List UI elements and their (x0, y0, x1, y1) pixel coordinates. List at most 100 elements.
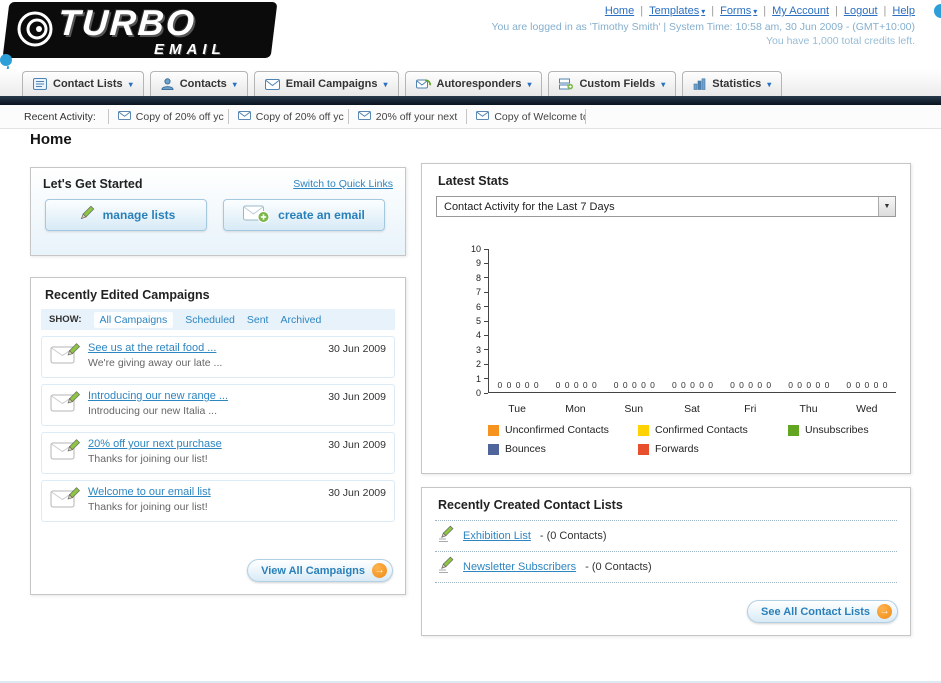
top-nav-templates[interactable]: Templates ▾ (649, 5, 705, 17)
filter-tab-scheduled[interactable]: Scheduled (185, 314, 235, 326)
contact-list-link[interactable]: Newsletter Subscribers (463, 561, 576, 573)
pencil-icon (438, 556, 454, 579)
campaign-row[interactable]: See us at the retail food ... We're givi… (41, 336, 395, 378)
email-icon (237, 110, 251, 123)
top-nav-logout[interactable]: Logout (844, 5, 878, 17)
recent-activity-item[interactable]: 20% off your next (347, 109, 467, 124)
logo-email-text: EMAIL (154, 41, 226, 58)
recent-activity-bar: Recent Activity: Copy of 20% off yc Copy… (0, 105, 941, 129)
email-icon (357, 110, 371, 123)
recently-created-contact-lists-panel: Recently Created Contact Lists Exhibitio… (421, 487, 911, 636)
recent-activity-item[interactable]: Copy of Welcome tc (466, 109, 587, 124)
filter-tab-all-campaigns[interactable]: All Campaigns (93, 311, 174, 328)
main-nav: Contact Lists ▾ Contacts ▾ Email Campaig… (0, 69, 941, 96)
chevron-down-icon: ▾ (767, 79, 772, 89)
tab-label: Autoresponders (436, 78, 522, 90)
create-an-email-label: create an email (278, 208, 365, 222)
campaign-row[interactable]: 20% off your next purchase Thanks for jo… (41, 432, 395, 474)
top-nav-forms[interactable]: Forms ▾ (720, 5, 757, 17)
filter-tab-sent[interactable]: Sent (247, 314, 269, 326)
header: TURBO EMAIL Home | Templates ▾ | Forms ▾ |… (0, 0, 941, 106)
chart-plot-area: 0 0 0 0 00 0 0 0 00 0 0 0 00 0 0 0 00 0 … (488, 249, 896, 393)
recently-edited-campaigns-panel: Recently Edited Campaigns SHOW: All Camp… (30, 277, 406, 595)
page: TURBO EMAIL Home | Templates ▾ | Forms ▾ |… (0, 0, 941, 683)
campaign-date: 30 Jun 2009 (328, 343, 386, 355)
contact-lists-icon (33, 78, 47, 90)
tab-contacts[interactable]: Contacts ▾ (149, 71, 248, 96)
nav-divider-bar (0, 96, 941, 105)
recent-activity-item[interactable]: Copy of 20% off yc (227, 109, 348, 124)
separator: | (763, 5, 767, 17)
campaign-row[interactable]: Introducing our new range ... Introducin… (41, 384, 395, 426)
pencil-icon (438, 525, 454, 548)
contact-list-count: - (0 Contacts) (539, 530, 607, 542)
email-icon (476, 110, 490, 123)
legend-swatch (488, 424, 499, 436)
tab-email-campaigns[interactable]: Email Campaigns ▾ (253, 71, 399, 96)
get-started-title: Let's Get Started (43, 177, 143, 191)
top-nav-templates-label: Templates (649, 5, 700, 17)
latest-stats-title: Latest Stats (438, 174, 509, 188)
statistics-icon (693, 78, 706, 90)
campaign-title-link[interactable]: 20% off your next purchase (88, 438, 320, 450)
envelope-pencil-icon (50, 342, 81, 371)
turbo-email-logo: TURBO EMAIL (2, 2, 278, 58)
recent-activity-item-label: Copy of 20% off yc (255, 110, 344, 123)
chart-x-labels: Tue Mon Sun Sat Fri Thu Wed (508, 403, 878, 415)
legend-swatch (638, 424, 649, 436)
campaign-title-link[interactable]: Introducing our new range ... (88, 390, 320, 402)
envelope-pencil-icon (50, 486, 81, 515)
chevron-down-icon: ▼ (878, 197, 895, 216)
campaign-date: 30 Jun 2009 (328, 487, 386, 499)
top-nav-my-account[interactable]: My Account (772, 5, 829, 17)
recent-activity-item-label: Copy of Welcome tc (494, 110, 587, 123)
view-all-campaigns-button[interactable]: View All Campaigns → (247, 559, 393, 582)
campaign-date: 30 Jun 2009 (328, 391, 386, 403)
chart-legend: Unconfirmed Contacts Confirmed Contacts Un… (488, 424, 941, 462)
top-nav-home[interactable]: Home (605, 5, 634, 17)
tab-label: Contacts (179, 78, 227, 90)
chevron-down-icon: ▾ (128, 79, 133, 89)
latest-stats-panel: Latest Stats Contact Activity for the La… (421, 163, 911, 474)
tab-contact-lists[interactable]: Contact Lists ▾ (22, 71, 144, 96)
campaign-row[interactable]: Welcome to our email list Thanks for joi… (41, 480, 395, 522)
chart-groups: 0 0 0 0 00 0 0 0 00 0 0 0 00 0 0 0 00 0 … (497, 380, 888, 390)
show-label: SHOW: (49, 314, 82, 325)
page-title: Home (30, 131, 72, 148)
separator: | (883, 5, 887, 17)
contact-list-item[interactable]: Newsletter Subscribers - (0 Contacts) (422, 552, 910, 582)
arrow-right-icon: → (877, 604, 892, 619)
stats-period-select[interactable]: Contact Activity for the Last 7 Days ▼ (436, 196, 896, 217)
tab-autoresponders[interactable]: Autoresponders ▾ (404, 71, 543, 96)
tab-label: Email Campaigns (285, 78, 378, 90)
manage-lists-label: manage lists (102, 208, 176, 222)
separator: | (640, 5, 644, 17)
campaigns-filter-tabs: SHOW: All Campaigns Scheduled Sent Archi… (41, 309, 395, 330)
chevron-down-icon: ▾ (527, 79, 532, 89)
chevron-down-icon: ▾ (753, 6, 758, 16)
tab-custom-fields[interactable]: Custom Fields ▾ (548, 71, 677, 96)
campaign-title-link[interactable]: See us at the retail food ... (88, 342, 320, 354)
recent-activity-label: Recent Activity: (24, 110, 96, 123)
tab-label: Custom Fields (579, 78, 656, 90)
campaign-title-link[interactable]: Welcome to our email list (88, 486, 320, 498)
create-an-email-button[interactable]: create an email (223, 199, 385, 231)
top-nav-help[interactable]: Help (892, 5, 915, 17)
contact-list-link[interactable]: Exhibition List (463, 530, 531, 542)
email-plus-icon (243, 205, 270, 226)
legend-item: Forwards (638, 443, 788, 455)
chart-y-axis: 0 1 2 3 4 5 6 7 8 9 10 (438, 244, 488, 398)
contacts-icon (161, 78, 174, 90)
switch-to-quick-links-link[interactable]: Switch to Quick Links (293, 178, 393, 190)
top-nav: Home | Templates ▾ | Forms ▾ | My Account … (605, 5, 915, 17)
separator: | (711, 5, 715, 17)
decorative-blue-dot (934, 4, 941, 18)
campaign-subtitle: Introducing our new Italia ... (88, 405, 217, 417)
contact-list-item[interactable]: Exhibition List - (0 Contacts) (422, 521, 910, 551)
filter-tab-archived[interactable]: Archived (280, 314, 321, 326)
recent-activity-item[interactable]: Copy of 20% off yc (107, 109, 228, 124)
tab-statistics[interactable]: Statistics ▾ (682, 71, 783, 96)
envelope-pencil-icon (50, 438, 81, 467)
manage-lists-button[interactable]: manage lists (45, 199, 207, 231)
see-all-contact-lists-button[interactable]: See All Contact Lists → (746, 600, 898, 623)
